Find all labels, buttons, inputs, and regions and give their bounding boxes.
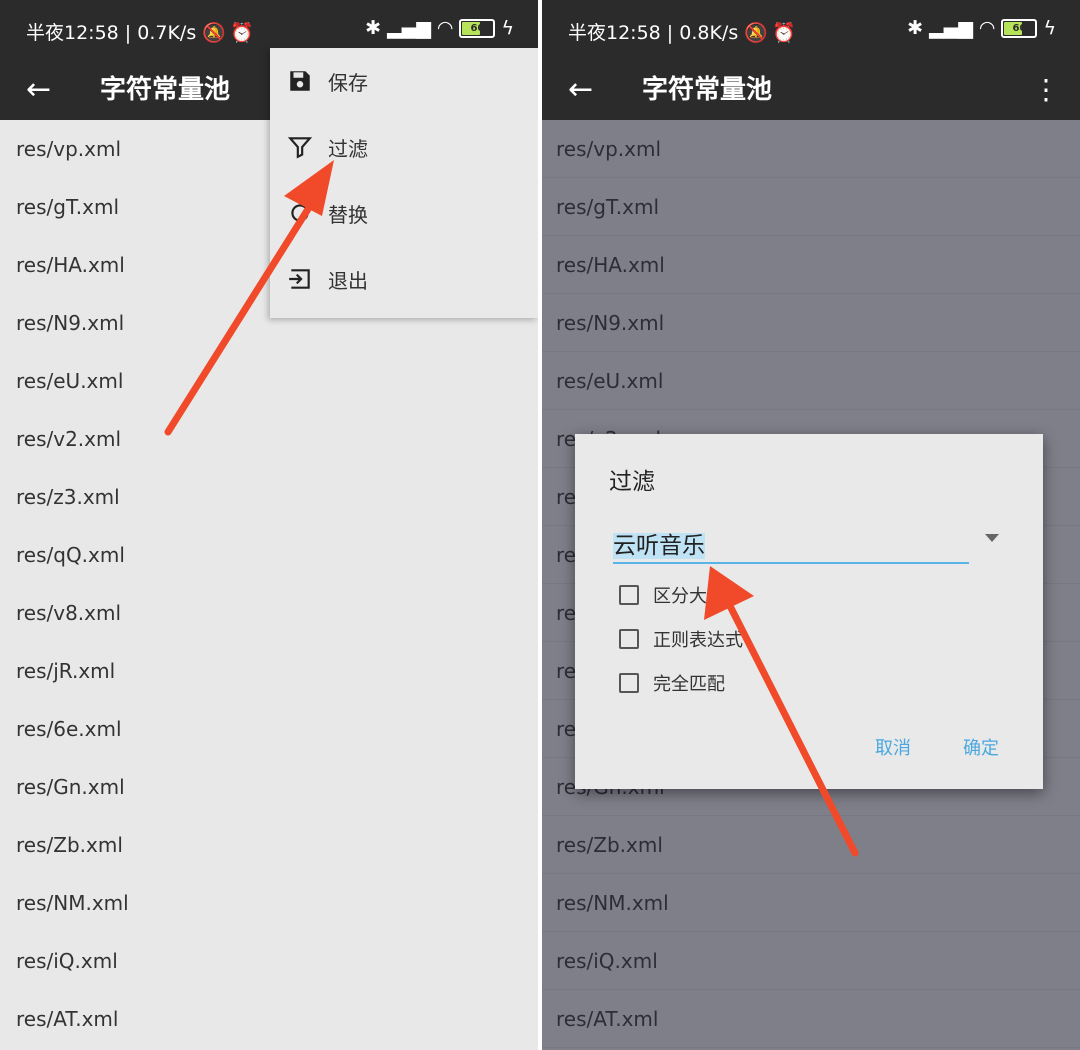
more-vert-icon[interactable]: ⋮ (1032, 70, 1060, 110)
wifi-icon: ◠ (436, 17, 454, 39)
checkbox-label: 区分大小写 (653, 586, 743, 607)
charging-icon: ϟ (1043, 17, 1056, 39)
menu-item-label: 过滤 (328, 136, 368, 161)
checkbox-icon (619, 629, 639, 649)
menu-item-label: 替换 (328, 202, 368, 227)
dialog-title: 过滤 (609, 469, 655, 495)
status-time: 半夜12:58 | 0.7K/s (26, 22, 197, 44)
app-toolbar: ← 字符常量池 ⋮ (542, 60, 1080, 120)
dropdown-arrow-icon[interactable] (985, 534, 999, 542)
filter-dialog: 过滤 云听音乐 区分大小写 正则表达式 完全匹配 取消 确定 (575, 434, 1043, 789)
save-icon (286, 67, 314, 95)
page-title: 字符常量池 (642, 75, 773, 105)
checkbox-exact-match[interactable]: 完全匹配 (619, 670, 725, 696)
overflow-menu: 保存 过滤 替换 退出 (270, 48, 538, 318)
charging-icon: ϟ (501, 17, 514, 39)
list-item[interactable]: res/v2.xml (0, 410, 538, 468)
checkbox-icon (619, 585, 639, 605)
signal-icon: ▂▄▆ (929, 17, 973, 39)
checkbox-label: 正则表达式 (653, 630, 743, 651)
bluetooth-icon: ✱ (907, 17, 924, 39)
menu-item-replace[interactable]: 替换 (270, 180, 538, 246)
back-arrow-icon[interactable]: ← (26, 70, 51, 110)
exit-icon (286, 265, 314, 293)
alarm-icon: ⏰ (771, 22, 796, 44)
checkbox-case-sensitive[interactable]: 区分大小写 (619, 582, 743, 608)
filter-icon (286, 133, 314, 161)
cancel-button[interactable]: 取消 (875, 734, 911, 760)
list-item[interactable]: res/qQ.xml (0, 526, 538, 584)
back-arrow-icon[interactable]: ← (568, 70, 593, 110)
checkbox-label: 完全匹配 (653, 674, 725, 695)
list-item[interactable]: res/AT.xml (0, 990, 538, 1048)
battery-level: 60 (470, 22, 485, 34)
bluetooth-icon: ✱ (365, 17, 382, 39)
mute-icon: 🔕 (744, 22, 768, 44)
checkbox-icon (619, 673, 639, 693)
page-title: 字符常量池 (100, 75, 231, 105)
battery-icon: 60 (1001, 18, 1038, 38)
list-item[interactable]: res/jR.xml (0, 642, 538, 700)
menu-item-label: 退出 (328, 268, 368, 293)
signal-icon: ▂▄▆ (387, 17, 431, 39)
battery-level: 60 (1012, 22, 1027, 34)
list-item[interactable]: res/eU.xml (0, 352, 538, 410)
left-screen: 半夜12:58 | 0.7K/s 🔕 ⏰ ✱ ▂▄▆ ◠ 60 ϟ ← 字符常量池… (0, 0, 538, 1050)
list-item[interactable]: res/Gn.xml (0, 758, 538, 816)
list-item[interactable]: res/iQ.xml (0, 932, 538, 990)
status-time: 半夜12:58 | 0.8K/s (568, 22, 739, 44)
filter-input[interactable]: 云听音乐 (613, 526, 969, 564)
status-bar: 半夜12:58 | 0.8K/s 🔕 ⏰ ✱ ▂▄▆ ◠ 60 ϟ (542, 0, 1080, 60)
filter-input-value: 云听音乐 (613, 533, 705, 559)
replace-icon (286, 199, 314, 227)
right-screen: 半夜12:58 | 0.8K/s 🔕 ⏰ ✱ ▂▄▆ ◠ 60 ϟ ← 字符常量池… (542, 0, 1080, 1050)
menu-item-save[interactable]: 保存 (270, 48, 538, 114)
checkbox-regex[interactable]: 正则表达式 (619, 626, 743, 652)
list-item[interactable]: res/6e.xml (0, 700, 538, 758)
list-item[interactable]: res/Zb.xml (0, 816, 538, 874)
mute-icon: 🔕 (202, 22, 226, 44)
battery-icon: 60 (459, 18, 496, 38)
wifi-icon: ◠ (978, 17, 996, 39)
menu-item-filter[interactable]: 过滤 (270, 114, 538, 180)
alarm-icon: ⏰ (229, 22, 254, 44)
list-item[interactable]: res/NM.xml (0, 874, 538, 932)
list-item[interactable]: res/z3.xml (0, 468, 538, 526)
menu-item-label: 保存 (328, 70, 368, 95)
menu-item-exit[interactable]: 退出 (270, 246, 538, 312)
confirm-button[interactable]: 确定 (963, 734, 999, 760)
list-item[interactable]: res/v8.xml (0, 584, 538, 642)
